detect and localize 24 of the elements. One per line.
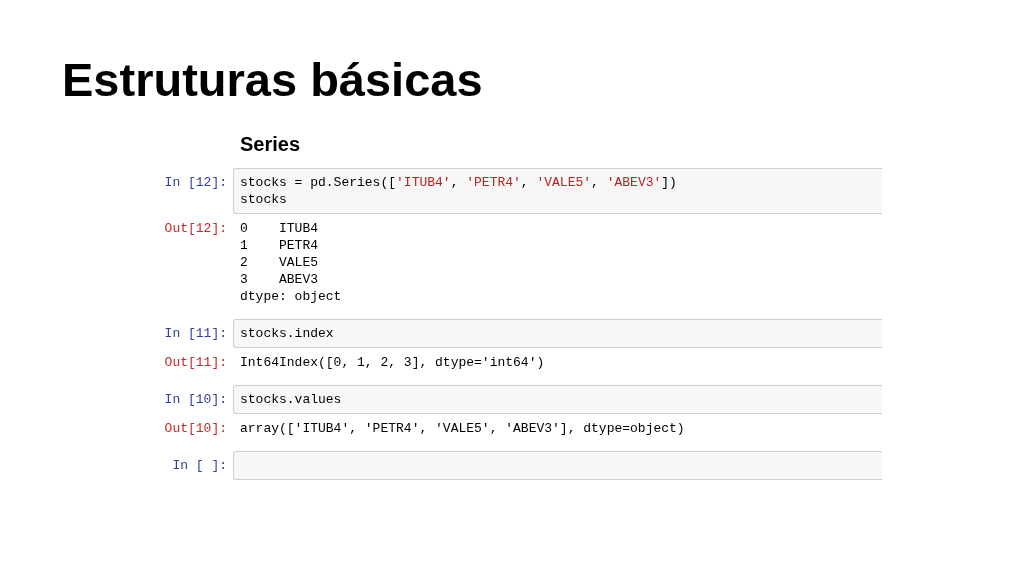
output-line: array(['ITUB4', 'PETR4', 'VALE5', 'ABEV3'], dtype=object) <box>240 420 686 437</box>
output-line: 0 ITUB4 <box>240 220 319 237</box>
code-line: stocks.index <box>240 325 335 342</box>
code-line: stocks.values <box>240 391 343 408</box>
notebook-heading: Series <box>239 132 301 156</box>
input-prompt: In [12]: <box>164 174 227 191</box>
input-prompt: In [ ]: <box>172 457 227 474</box>
output-line: 3 ABEV3 <box>240 271 319 288</box>
input-prompt: In [10]: <box>164 391 227 408</box>
input-prompt: In [11]: <box>164 325 227 342</box>
slide-title: Estruturas básicas <box>61 52 484 108</box>
output-line: 2 VALE5 <box>240 254 319 271</box>
output-prompt: Out[11]: <box>164 354 227 371</box>
code-line: stocks = pd.Series(['ITUB4', 'PETR4', 'VALE5', 'ABEV3']) <box>240 174 678 191</box>
output-prompt: Out[10]: <box>164 420 227 437</box>
output-line: Int64Index([0, 1, 2, 3], dtype='int64') <box>240 354 546 371</box>
code-input-field[interactable]: stocks.values <box>233 385 882 414</box>
output-line: dtype: object <box>240 288 343 305</box>
output-line: 1 PETR4 <box>240 237 319 254</box>
output-prompt: Out[12]: <box>164 220 227 237</box>
code-input-field[interactable] <box>233 451 882 480</box>
code-line: stocks <box>240 191 288 208</box>
code-input-field[interactable]: stocks.index <box>233 319 882 348</box>
code-input-field[interactable]: stocks = pd.Series(['ITUB4', 'PETR4', 'VALE5', 'ABEV3']) stocks <box>233 168 882 214</box>
